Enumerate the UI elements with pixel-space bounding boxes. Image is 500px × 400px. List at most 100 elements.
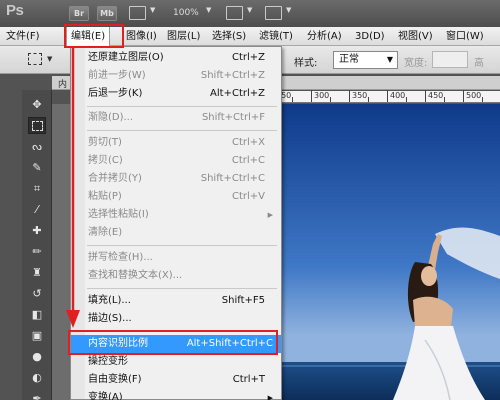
menu-select[interactable]: 选择(S) bbox=[212, 27, 246, 46]
photoshop-logo: Ps bbox=[6, 2, 24, 19]
ruler-label: 450 bbox=[428, 91, 444, 100]
menu-item-shortcut: Shift+Ctrl+F bbox=[201, 112, 265, 123]
ruler-tick bbox=[311, 90, 312, 102]
chevron-down-icon[interactable]: ▼ bbox=[150, 6, 155, 14]
beach-photo-image bbox=[275, 104, 500, 400]
ruler-tick bbox=[368, 97, 369, 102]
quick-selection-tool-icon[interactable]: ✎ bbox=[28, 159, 46, 176]
pen-tool-icon[interactable]: ✒ bbox=[28, 390, 46, 400]
menu-item-find-replace[interactable]: 查找和替换文本(X)... bbox=[71, 267, 281, 285]
ruler-label: 350 bbox=[352, 91, 368, 100]
menu-item-shortcut: Ctrl+V bbox=[231, 191, 265, 202]
menu-separator bbox=[87, 245, 277, 246]
menu-item-label: 描边(S)... bbox=[88, 313, 132, 324]
bridge-button[interactable]: Br bbox=[69, 6, 89, 21]
history-brush-tool-icon[interactable]: ↺ bbox=[28, 285, 46, 302]
tools-panel: ✥ ᔓ ✎ ⌗ ⁄ ✚ ✏ ♜ ↺ ◧ ▣ ● ◐ ✒ bbox=[22, 90, 52, 400]
menu-item-copy-merged[interactable]: 合并拷贝(Y) Shift+Ctrl+C bbox=[71, 170, 281, 188]
menu-item-label: 清除(E) bbox=[88, 227, 123, 238]
menu-item-paste-special[interactable]: 选择性粘贴(I) ▶ bbox=[71, 206, 281, 224]
menu-item-label: 拷贝(C) bbox=[88, 155, 123, 166]
menu-item-label: 拼写检查(H)... bbox=[88, 252, 153, 263]
eyedropper-tool-icon[interactable]: ⁄ bbox=[28, 201, 46, 218]
chevron-down-icon: ▼ bbox=[386, 55, 393, 64]
ruler-tick bbox=[292, 97, 293, 102]
width-label: 宽度: bbox=[404, 58, 428, 69]
menu-item-label: 操控变形 bbox=[88, 356, 128, 367]
horizontal-ruler: 250 300 350 400 450 500 bbox=[270, 90, 500, 103]
healing-brush-tool-icon[interactable]: ✚ bbox=[28, 222, 46, 239]
zoom-level[interactable]: 100% bbox=[173, 8, 199, 18]
menu-separator bbox=[87, 106, 277, 107]
marquee-tool-icon[interactable] bbox=[28, 117, 46, 134]
menu-item-paste[interactable]: 粘贴(P) Ctrl+V bbox=[71, 188, 281, 206]
menu-separator bbox=[87, 130, 277, 131]
menu-item-transform[interactable]: 变换(A) ▶ bbox=[71, 389, 281, 400]
eraser-tool-icon[interactable]: ◧ bbox=[28, 306, 46, 323]
width-field[interactable] bbox=[432, 51, 468, 68]
menu-item-label: 内容识别比例 bbox=[88, 338, 148, 349]
menu-item-shortcut: Alt+Ctrl+Z bbox=[210, 88, 265, 99]
brush-tool-icon[interactable]: ✏ bbox=[28, 243, 46, 260]
lasso-tool-icon[interactable]: ᔓ bbox=[28, 138, 46, 155]
menu-3d[interactable]: 3D(D) bbox=[355, 27, 385, 46]
menu-bar: 文件(F) 编辑(E) 图像(I) 图层(L) 选择(S) 滤镜(T) 分析(A… bbox=[0, 27, 500, 46]
menu-window[interactable]: 窗口(W) bbox=[446, 27, 484, 46]
menu-item-step-backward[interactable]: 后退一步(K) Alt+Ctrl+Z bbox=[71, 85, 281, 103]
menu-item-label: 填充(L)... bbox=[88, 295, 131, 306]
menu-item-clear[interactable]: 清除(E) bbox=[71, 224, 281, 242]
menu-item-step-forward[interactable]: 前进一步(W) Shift+Ctrl+Z bbox=[71, 67, 281, 85]
menu-item-fill[interactable]: 填充(L)... Shift+F5 bbox=[71, 292, 281, 310]
menu-item-shortcut: Shift+F5 bbox=[221, 295, 265, 306]
ruler-tick bbox=[406, 97, 407, 102]
document-tab-title: 内 bbox=[58, 80, 68, 90]
blur-tool-icon[interactable]: ● bbox=[28, 348, 46, 365]
view-extras-icon[interactable] bbox=[129, 6, 146, 20]
application-bar: Ps Br Mb ▼ 100% ▼ ▼ ▼ bbox=[0, 0, 500, 27]
menu-item-label: 粘贴(P) bbox=[88, 191, 122, 202]
menu-item-shortcut: Ctrl+C bbox=[231, 155, 265, 166]
menu-item-stroke[interactable]: 描边(S)... bbox=[71, 310, 281, 328]
dodge-tool-icon[interactable]: ◐ bbox=[28, 369, 46, 386]
menu-item-puppet-warp[interactable]: 操控变形 bbox=[71, 353, 281, 371]
style-label: 样式: bbox=[294, 58, 318, 69]
arrange-documents-icon[interactable] bbox=[226, 6, 243, 20]
ruler-tick bbox=[482, 97, 483, 102]
rectangular-marquee-icon[interactable] bbox=[28, 53, 42, 65]
menu-item-shortcut: Ctrl+Z bbox=[231, 52, 265, 63]
style-select[interactable]: 正常 ▼ bbox=[333, 51, 398, 69]
ruler-tick bbox=[349, 90, 350, 102]
menu-item-check-spelling[interactable]: 拼写检查(H)... bbox=[71, 249, 281, 267]
menu-filter[interactable]: 滤镜(T) bbox=[259, 27, 293, 46]
menu-edit[interactable]: 编辑(E) bbox=[66, 27, 111, 46]
menu-analysis[interactable]: 分析(A) bbox=[307, 27, 342, 46]
chevron-down-icon[interactable]: ▼ bbox=[47, 55, 52, 63]
menu-item-label: 自由变换(F) bbox=[88, 374, 142, 385]
menu-item-cut[interactable]: 剪切(T) Ctrl+X bbox=[71, 134, 281, 152]
crop-tool-icon[interactable]: ⌗ bbox=[28, 180, 46, 197]
move-tool-icon[interactable]: ✥ bbox=[28, 96, 46, 113]
mini-bridge-button[interactable]: Mb bbox=[97, 6, 117, 21]
menu-item-fade[interactable]: 渐隐(D)... Shift+Ctrl+F bbox=[71, 109, 281, 127]
ruler-label: 500 bbox=[466, 91, 482, 100]
menu-item-copy[interactable]: 拷贝(C) Ctrl+C bbox=[71, 152, 281, 170]
menu-item-undo[interactable]: 还原建立图层(O) Ctrl+Z bbox=[71, 49, 281, 67]
menu-item-content-aware-scale[interactable]: 内容识别比例 Alt+Shift+Ctrl+C bbox=[71, 335, 281, 353]
menu-image[interactable]: 图像(I) bbox=[126, 27, 157, 46]
menu-item-free-transform[interactable]: 自由变换(F) Ctrl+T bbox=[71, 371, 281, 389]
chevron-down-icon[interactable]: ▼ bbox=[247, 6, 252, 14]
menu-view[interactable]: 视图(V) bbox=[398, 27, 433, 46]
ruler-label: 400 bbox=[390, 91, 406, 100]
menu-item-shortcut: Ctrl+T bbox=[232, 374, 265, 385]
edit-menu-dropdown: 还原建立图层(O) Ctrl+Z 前进一步(W) Shift+Ctrl+Z 后退… bbox=[70, 46, 282, 400]
chevron-down-icon[interactable]: ▼ bbox=[286, 6, 291, 14]
clone-stamp-tool-icon[interactable]: ♜ bbox=[28, 264, 46, 281]
chevron-down-icon[interactable]: ▼ bbox=[206, 6, 211, 14]
screen-mode-icon[interactable] bbox=[265, 6, 282, 20]
style-select-value: 正常 bbox=[339, 54, 359, 65]
menu-layer[interactable]: 图层(L) bbox=[167, 27, 200, 46]
ruler-label: 300 bbox=[314, 91, 330, 100]
face bbox=[421, 266, 437, 286]
gradient-tool-icon[interactable]: ▣ bbox=[28, 327, 46, 344]
menu-file[interactable]: 文件(F) bbox=[6, 27, 40, 46]
